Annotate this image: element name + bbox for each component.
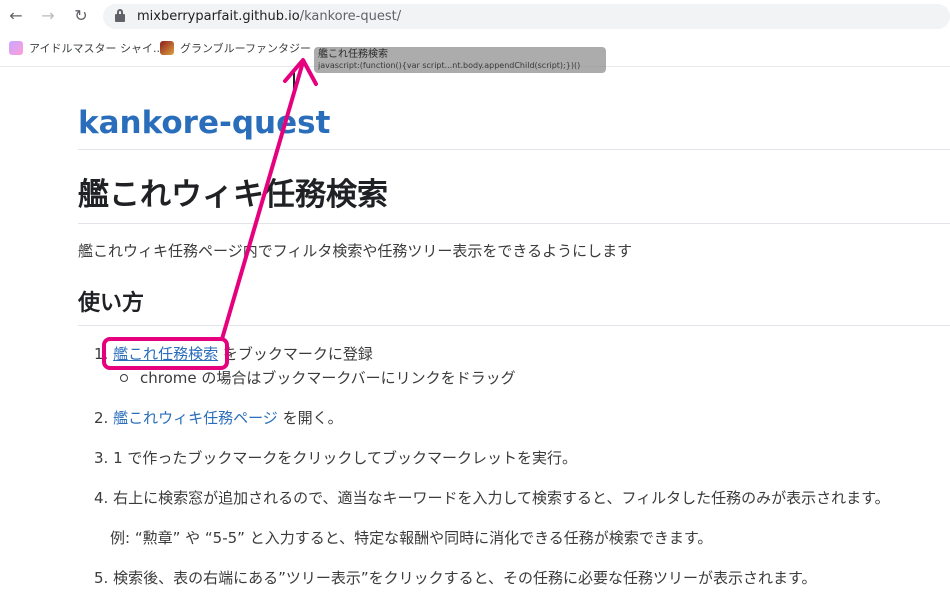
lock-icon[interactable]: [115, 9, 125, 23]
url-text[interactable]: mixberryparfait.github.io/kankore-quest/: [137, 8, 401, 25]
bookmarklet-link[interactable]: 艦これ任務検索: [113, 345, 218, 363]
back-arrow-icon[interactable]: ←: [6, 6, 26, 26]
site-title-link[interactable]: kankore-quest: [78, 103, 330, 143]
usage-heading: 使い方: [78, 291, 145, 316]
list-item-step-1: 1. 艦これ任務検索 をブックマークに登録: [94, 344, 373, 364]
address-bar[interactable]: mixberryparfait.github.io/kankore-quest/: [103, 4, 950, 29]
bookmark-item-shinycolors[interactable]: アイドルマスター シャイ...: [9, 40, 163, 58]
divider: [78, 149, 950, 150]
list-item-step-4: 4. 右上に検索窓が追加されるので、適当なキーワードを入力して検索すると、フィル…: [94, 488, 890, 508]
forward-arrow-icon[interactable]: →: [38, 6, 58, 26]
step-subtext: chrome の場合はブックマークバーにリンクをドラッグ: [140, 369, 516, 387]
step-text: 右上に検索窓が追加されるので、適当なキーワードを入力して検索すると、フィルタした…: [113, 489, 890, 507]
url-path: /kankore-quest/: [299, 9, 402, 24]
bookmark-label: グランブルーファンタジー: [180, 42, 312, 55]
page-heading: 艦これウィキ任務検索: [78, 177, 388, 213]
list-item-step-1-note: chrome の場合はブックマークバーにリンクをドラッグ: [120, 368, 516, 388]
list-item-step-3: 3. 1 で作ったブックマークをクリックしてブックマークレットを実行。: [94, 448, 577, 468]
step-text: を開く。: [277, 409, 343, 427]
reload-icon[interactable]: ↻: [71, 6, 91, 26]
page-content: kankore-quest 艦これウィキ任務検索 艦これウィキ任務ページ内でフィ…: [78, 67, 950, 602]
list-item-step-5: 5. 検索後、表の右端にある”ツリー表示”をクリックすると、その任務に必要な任務…: [94, 568, 817, 588]
divider: [78, 223, 950, 224]
step-number: 1.: [94, 345, 109, 363]
step-number: 5.: [94, 569, 109, 587]
divider: [78, 325, 950, 326]
bookmark-favicon: [9, 41, 23, 55]
browser-toolbar: ← → ↻ mixberryparfait.github.io/kankore-…: [0, 0, 950, 33]
step-number: 2.: [94, 409, 109, 427]
bookmark-favicon: [160, 41, 174, 55]
list-item-step-2: 2. 艦これウィキ任務ページ を開く。: [94, 408, 343, 428]
drag-ghost-title: 艦これ任務検索: [318, 49, 388, 60]
bookmark-item-granblue[interactable]: グランブルーファンタジー: [160, 40, 311, 58]
bookmark-label: アイドルマスター シャイ...: [29, 42, 164, 55]
bullet-icon: [120, 374, 128, 382]
step-text: 検索後、表の右端にある”ツリー表示”をクリックすると、その任務に必要な任務ツリー…: [113, 569, 817, 587]
step-number: 3.: [94, 449, 109, 467]
page-description: 艦これウィキ任務ページ内でフィルタ検索や任務ツリー表示をできるようにします: [78, 242, 633, 260]
step-text: 1 で作ったブックマークをクリックしてブックマークレットを実行。: [113, 449, 577, 467]
url-host: mixberryparfait.github.io: [137, 9, 300, 24]
step-number: 4.: [94, 489, 109, 507]
step-4-example: 例: “勲章” や “5-5” と入力すると、特定な報酬や同時に消化できる任務が…: [110, 529, 713, 547]
step-text: をブックマークに登録: [218, 345, 373, 363]
wiki-quest-page-link[interactable]: 艦これウィキ任務ページ: [113, 409, 278, 427]
